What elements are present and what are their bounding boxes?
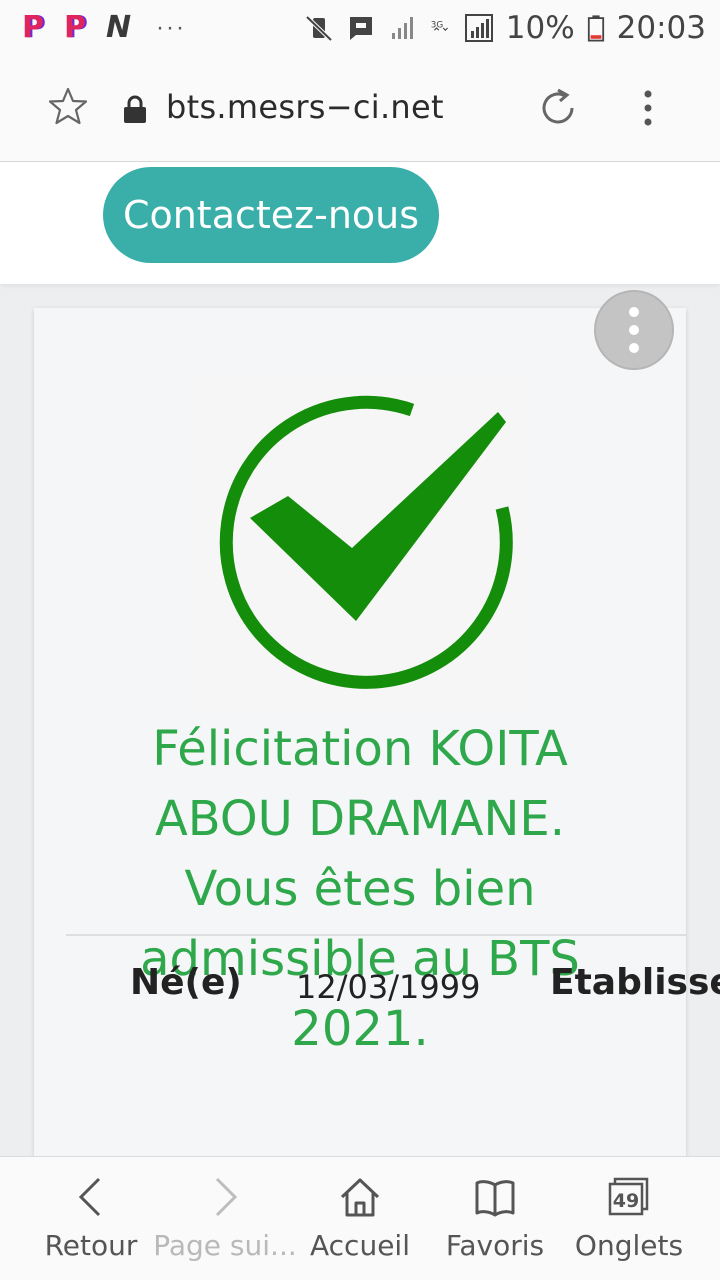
web-page: Contactez-nous Félicitation KOITA ABOU D… <box>0 162 720 1156</box>
back-arrow-icon <box>78 1177 101 1217</box>
success-image <box>194 378 530 710</box>
nav-favorites-label: Favoris <box>445 1229 545 1262</box>
nav-back[interactable]: Retour <box>21 1157 161 1281</box>
nav-tabs[interactable]: 49 Onglets <box>559 1157 699 1281</box>
reload-icon[interactable] <box>536 86 580 130</box>
student-info-row: Né(e) 12/03/1999 Etablisse <box>0 962 720 1022</box>
browser-menu-icon[interactable] <box>636 86 660 130</box>
nav-home-label: Accueil <box>310 1229 410 1262</box>
lock-icon <box>124 95 146 123</box>
tabs-icon: 49 <box>608 1177 649 1216</box>
nav-tabs-label: Onglets <box>574 1229 684 1262</box>
nav-back-label: Retour <box>44 1229 138 1262</box>
status-right: 3G 10% 20:03 <box>304 10 706 46</box>
browser-bottom-nav: Retour Page sui... Accueil Favoris 49 On… <box>0 1156 720 1280</box>
clock: 20:03 <box>616 10 706 46</box>
birth-label: Né(e) <box>130 962 242 1003</box>
battery-percent: 10% <box>505 10 575 46</box>
status-left: P P N ··· <box>22 10 304 45</box>
nav-home[interactable]: Accueil <box>290 1157 430 1281</box>
school-label: Etablisse <box>550 962 720 1003</box>
birth-date: 12/03/1999 <box>296 968 481 1006</box>
message-icon <box>349 17 372 40</box>
vibrate-mute-icon <box>305 15 333 42</box>
url-field[interactable]: bts.mesrs−ci.net <box>166 88 444 126</box>
nav-forward[interactable]: Page sui... <box>153 1157 297 1281</box>
floating-menu-button[interactable] <box>594 290 674 370</box>
site-header: Contactez-nous <box>0 162 720 284</box>
battery-icon <box>587 15 604 42</box>
status-bar: P P N ··· 3G 10% 20:03 <box>0 0 720 56</box>
dot <box>629 325 639 335</box>
divider <box>66 934 686 936</box>
star-icon[interactable] <box>48 86 88 126</box>
contact-button[interactable]: Contactez-nous <box>103 167 439 263</box>
dot <box>629 307 639 317</box>
browser-url-bar: bts.mesrs−ci.net <box>0 56 720 162</box>
app-notification-icon: P <box>22 10 44 45</box>
check-circle-icon <box>219 395 513 689</box>
signal-icon <box>391 17 413 39</box>
dot <box>629 343 639 353</box>
nav-favorites[interactable]: Favoris <box>425 1157 565 1281</box>
network-3g-icon: 3G <box>430 20 448 31</box>
svg-text:49: 49 <box>613 1190 639 1212</box>
result-card: Félicitation KOITA ABOU DRAMANE. Vous êt… <box>34 308 686 1156</box>
nav-forward-label: Page sui... <box>153 1229 297 1262</box>
signal-strength-icon <box>464 14 493 42</box>
app-notification-icon: P <box>64 10 86 45</box>
book-icon <box>475 1180 515 1217</box>
more-notifications: ··· <box>156 14 186 41</box>
home-icon <box>340 1178 380 1217</box>
forward-arrow-icon <box>215 1177 238 1217</box>
app-notification-icon: N <box>106 10 132 45</box>
